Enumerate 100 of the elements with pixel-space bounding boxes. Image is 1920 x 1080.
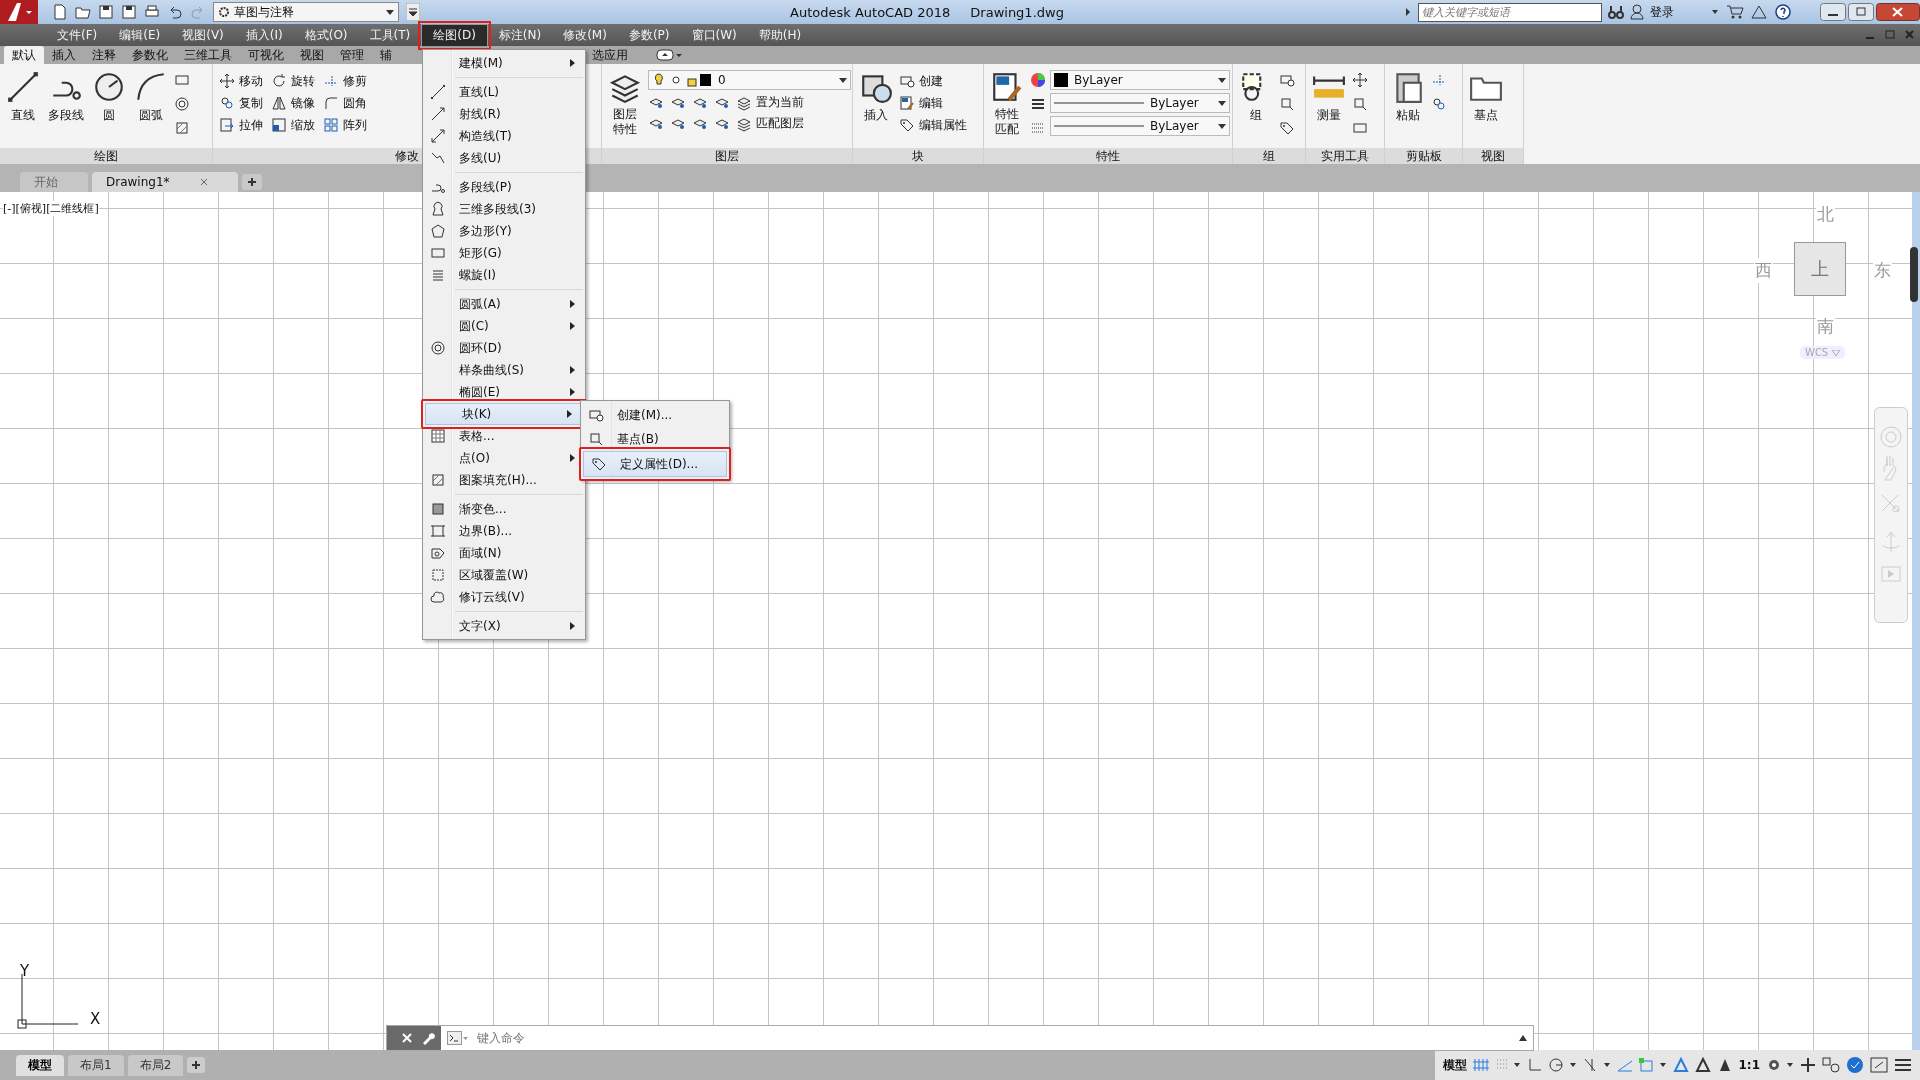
ribbon-button[interactable]: 置为当前 [736, 94, 804, 111]
annotation-icon[interactable] [1694, 1057, 1711, 1073]
ribbon-button[interactable]: 多段线 [46, 70, 86, 124]
ribbon-tab[interactable]: 视图 [292, 45, 332, 65]
panel-title[interactable]: 实用工具 [1306, 148, 1384, 164]
document-icon[interactable] [52, 4, 68, 20]
menu-item[interactable]: 格式(O) [293, 24, 359, 46]
scroll-thumb[interactable] [1910, 247, 1918, 302]
selection-icon[interactable] [1638, 1058, 1667, 1072]
ribbon-button[interactable]: 圆角 [323, 92, 367, 114]
hatch-icon[interactable] [174, 120, 190, 136]
model-space-button[interactable]: 模型 [1442, 1056, 1467, 1074]
base-point-icon[interactable] [1279, 96, 1295, 112]
menu-item[interactable]: 修改(M) [552, 24, 618, 46]
close-button[interactable] [1876, 3, 1920, 21]
menu-item[interactable]: 直线(L) [423, 81, 585, 103]
ribbon-button[interactable]: 阵列 [323, 114, 367, 136]
tag-icon[interactable] [1279, 120, 1295, 136]
menu-item[interactable]: 修订云线(V) [423, 586, 585, 608]
save-icon[interactable] [98, 4, 114, 20]
ribbon-button[interactable]: 缩放 [271, 114, 315, 136]
lineweight-icon[interactable] [1616, 1058, 1633, 1072]
ribbon-button[interactable]: 图层特性 [606, 70, 644, 137]
panel-title[interactable]: 块 [853, 148, 983, 164]
menu-item[interactable]: 螺旋(I) [423, 264, 585, 286]
binoculars-icon[interactable] [1608, 4, 1624, 20]
shapes-icon[interactable] [1822, 1057, 1840, 1073]
menu-item[interactable]: 圆弧(A) [423, 293, 585, 315]
save-icon[interactable] [121, 4, 137, 20]
ribbon-button[interactable]: 旋转 [271, 70, 315, 92]
menu-item[interactable]: 圆(C) [423, 315, 585, 337]
help-icon[interactable] [1774, 2, 1794, 22]
menu-item[interactable]: 边界(B)... [423, 520, 585, 542]
ribbon-tab[interactable]: 插入 [44, 45, 84, 65]
property-dropdown[interactable]: ByLayer [1050, 70, 1230, 90]
printer-icon[interactable] [144, 4, 160, 20]
menu-item[interactable]: 多边形(Y) [423, 220, 585, 242]
ribbon-button[interactable]: 编辑 [899, 92, 967, 114]
object-snap-icon[interactable] [1582, 1058, 1611, 1072]
ribbon-button[interactable]: 特性匹配 [988, 70, 1026, 137]
menu-item[interactable]: 窗口(W) [680, 24, 748, 46]
ribbon-toggle-icon[interactable] [656, 49, 684, 61]
ribbon-button[interactable]: 测量 [1310, 70, 1348, 124]
workspace-dropdown[interactable]: 草图与注释 [213, 2, 399, 22]
ortho-icon[interactable] [1526, 1058, 1543, 1072]
cart-icon[interactable] [1726, 4, 1744, 20]
panel-title[interactable]: 特性 [984, 148, 1232, 164]
ribbon-button[interactable]: 编辑属性 [899, 114, 967, 136]
ribbon-button[interactable]: 直线 [4, 70, 42, 124]
prompt-icon[interactable] [447, 1031, 469, 1045]
restore-button[interactable] [1848, 3, 1874, 21]
menu-item[interactable]: 矩形(G) [423, 242, 585, 264]
snap-icon[interactable] [1494, 1058, 1521, 1072]
layer-dropdown[interactable]: 0 [648, 70, 851, 90]
menu-item[interactable]: 射线(R) [423, 103, 585, 125]
annotation-scale-button[interactable]: 1:1 [1738, 1058, 1760, 1072]
app-logo-icon[interactable] [0, 0, 38, 24]
minimize-button[interactable] [1820, 3, 1846, 21]
menu-item[interactable]: 多段线(P) [423, 176, 585, 198]
color-wheel-icon[interactable] [1030, 72, 1046, 88]
ring-icon[interactable] [174, 96, 190, 112]
polar-icon[interactable] [1548, 1058, 1577, 1072]
triangle-icon[interactable] [1750, 4, 1768, 20]
expand-icon[interactable] [1519, 1035, 1527, 1041]
panel-title[interactable]: 剪贴板 [1385, 148, 1462, 164]
property-dropdown[interactable]: ByLayer [1050, 93, 1230, 113]
menu-item[interactable]: 参数(P) [617, 24, 681, 46]
menu-icon[interactable] [1894, 1057, 1912, 1073]
ribbon-tab[interactable]: 参数化 [124, 45, 176, 65]
ribbon-button[interactable]: 粘贴 [1389, 70, 1427, 124]
add-tab-button[interactable] [187, 1057, 206, 1073]
ribbon-tab[interactable]: 辅 [372, 45, 400, 65]
ribbon-button[interactable]: 复制 [219, 92, 263, 114]
view-cube[interactable]: 上 [1794, 242, 1846, 296]
menu-item[interactable]: 插入(I) [234, 24, 294, 46]
menu-item[interactable]: 工具(T) [358, 24, 422, 46]
ribbon-tab[interactable]: 可视化 [240, 45, 292, 65]
menu-item[interactable]: 建模(M) [423, 52, 585, 74]
panel-title[interactable]: 组 [1233, 148, 1305, 164]
layout-tab[interactable]: 布局2 [127, 1054, 184, 1076]
layout-tab[interactable]: 布局1 [68, 1054, 124, 1076]
ribbon-button[interactable]: 拉伸 [219, 114, 263, 136]
file-tab[interactable]: 开始 [20, 172, 88, 192]
menu-item[interactable]: 视图(V) [171, 24, 235, 46]
menu-item[interactable]: 标注(N) [487, 24, 553, 46]
ribbon-tab[interactable]: 管理 [332, 45, 372, 65]
ribbon-tab[interactable]: 选应用 [584, 45, 636, 65]
ribbon-button[interactable]: 圆 [90, 70, 128, 124]
menu-item[interactable]: 渐变色... [423, 498, 585, 520]
panel-title[interactable]: 绘图 [0, 148, 212, 164]
menu-item[interactable]: 样条曲线(S) [423, 359, 585, 381]
ribbon-button[interactable]: 基点 [1467, 70, 1505, 124]
menu-item[interactable]: 构造线(T) [423, 125, 585, 147]
check-circle-icon[interactable] [1846, 1056, 1864, 1074]
block-icon[interactable] [1279, 72, 1295, 88]
layout-tab[interactable]: 模型 [16, 1054, 64, 1076]
ribbon-button[interactable]: 插入 [857, 70, 895, 124]
move-icon[interactable] [1352, 72, 1368, 88]
fullscreen-icon[interactable] [1870, 1057, 1888, 1073]
sign-in-link[interactable]: 登录 [1650, 3, 1674, 21]
